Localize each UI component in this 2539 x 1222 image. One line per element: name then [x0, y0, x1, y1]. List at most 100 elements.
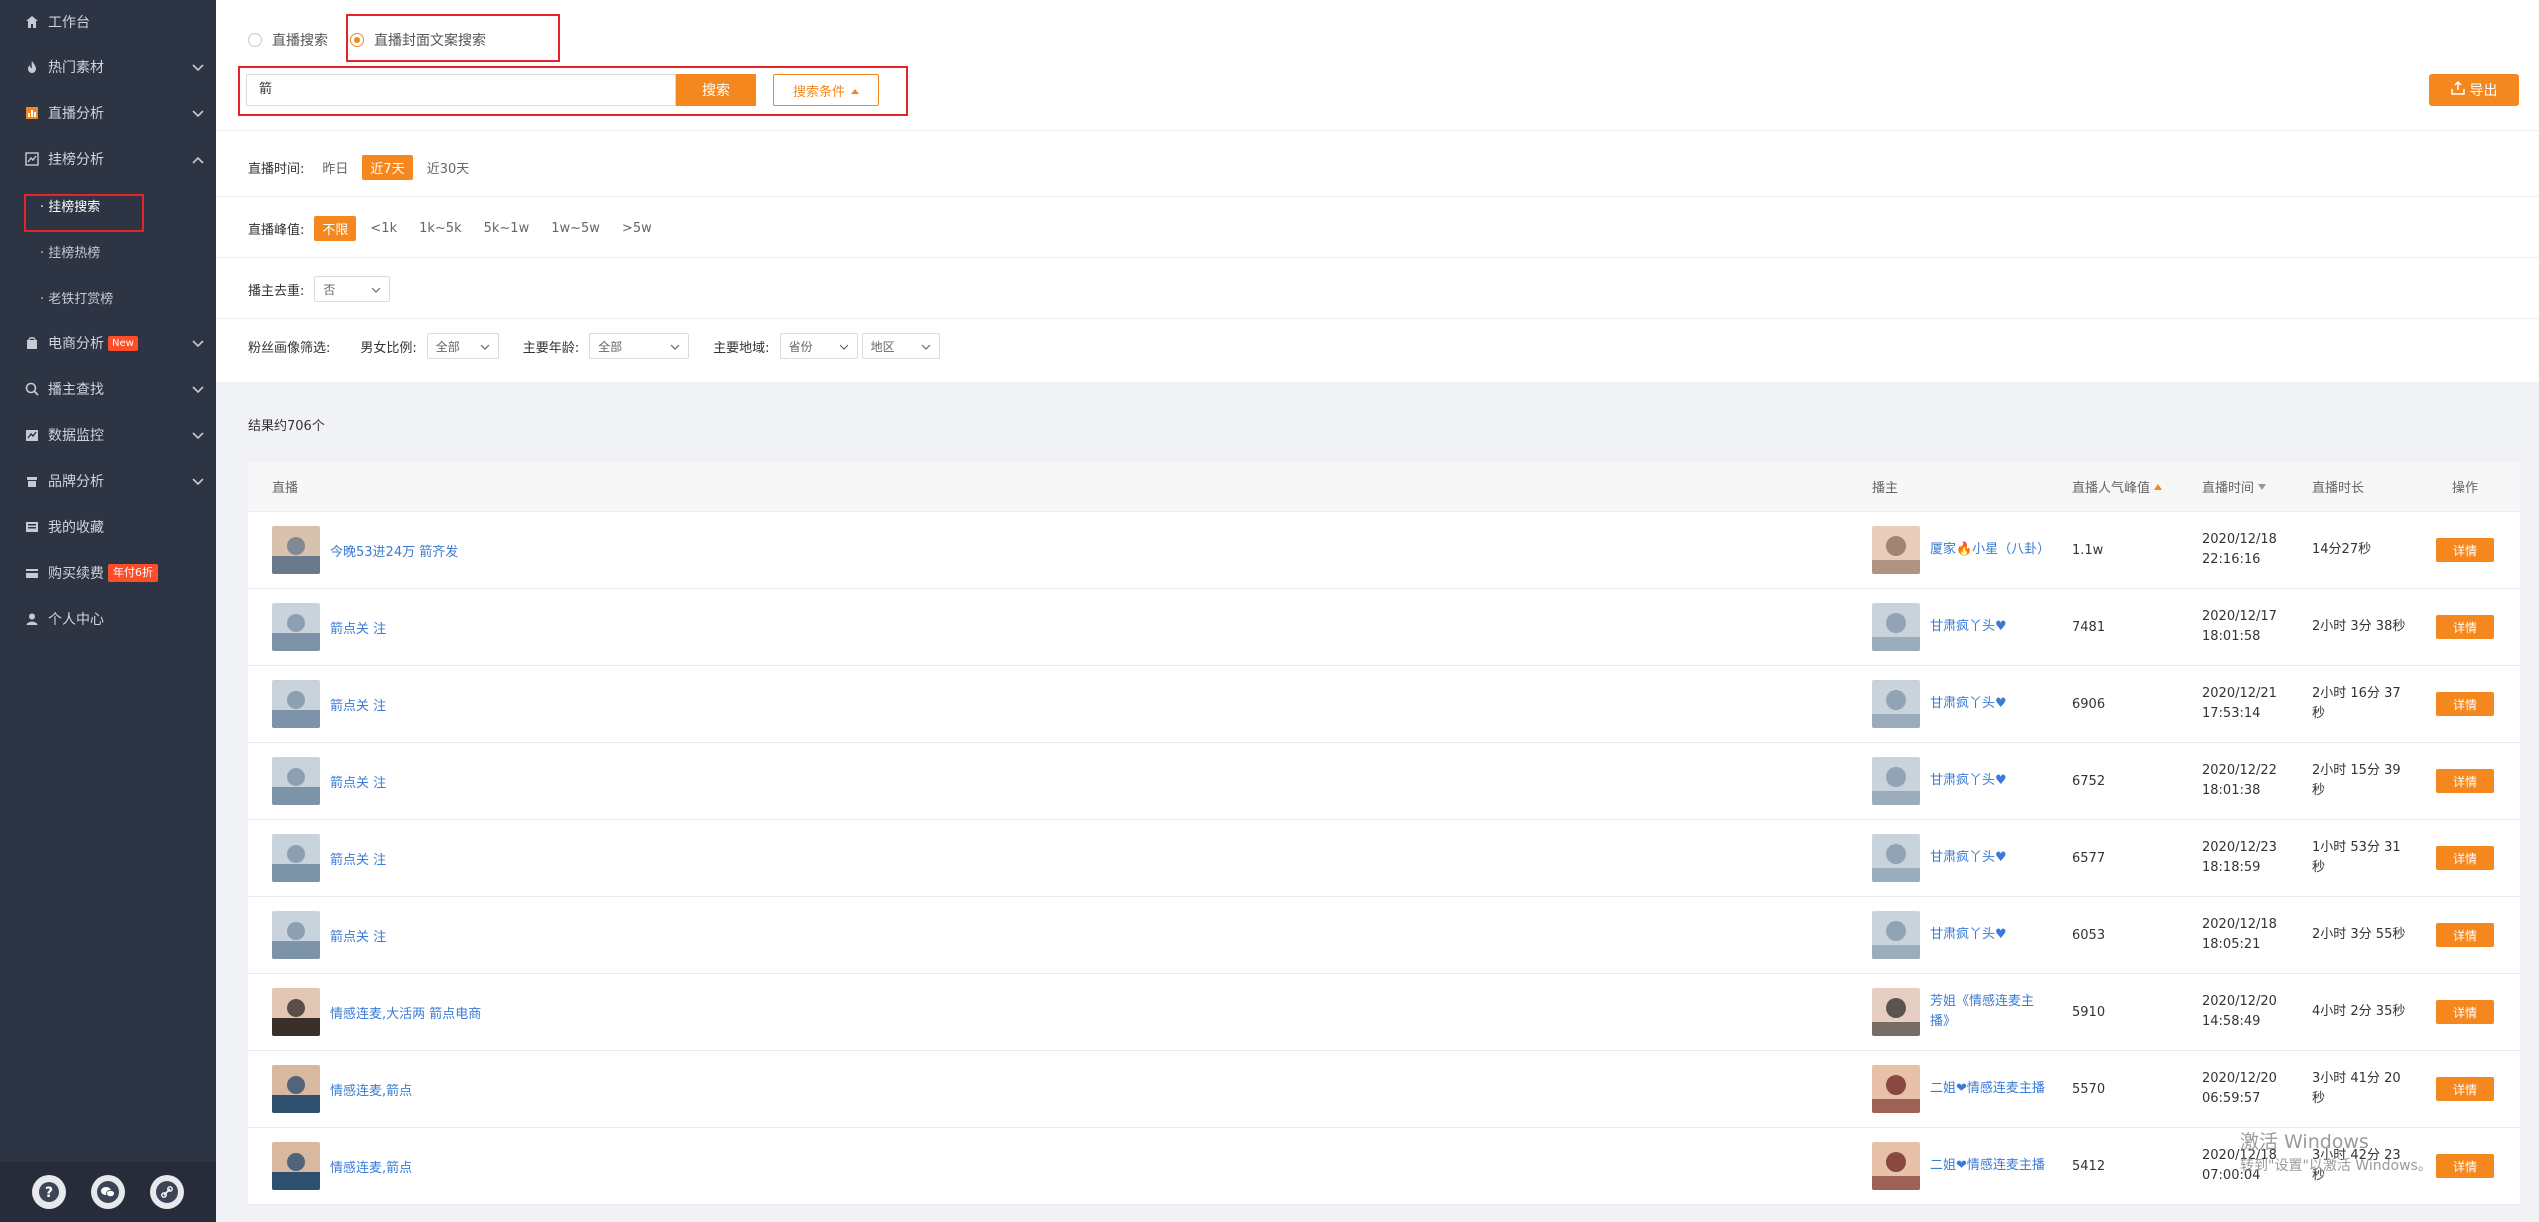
header-action: 操作: [2452, 481, 2479, 496]
peak-option-lt1k[interactable]: <1k: [362, 218, 405, 239]
chevron-down-icon: [192, 428, 204, 444]
peak-option-any[interactable]: 不限: [314, 216, 357, 241]
peak-value: 6752: [2072, 773, 2106, 789]
detail-button[interactable]: 详情: [2436, 846, 2494, 870]
detail-button[interactable]: 详情: [2436, 538, 2494, 562]
live-thumbnail[interactable]: [272, 1065, 320, 1113]
province-select[interactable]: 省份: [779, 333, 858, 359]
live-title-link[interactable]: 箭点关 注: [330, 695, 386, 714]
action-cell: 详情: [2436, 974, 2494, 1050]
host-name-link[interactable]: 二姐❤情感连麦主播: [1930, 1079, 2050, 1099]
live-thumbnail[interactable]: [272, 680, 320, 728]
live-title-link[interactable]: 情感连麦,箭点: [330, 1080, 412, 1099]
table-header: 直播 播主 直播人气峰值 直播时间 直播时长 操作: [248, 462, 2520, 512]
host-name-link[interactable]: 二姐❤情感连麦主播: [1930, 1156, 2050, 1176]
duration-cell: 1小时 53分 31秒: [2312, 820, 2412, 896]
live-thumbnail[interactable]: [272, 988, 320, 1036]
live-title-link[interactable]: 箭点关 注: [330, 849, 386, 868]
sort-asc-icon: [2154, 479, 2163, 494]
live-title-link[interactable]: 箭点关 注: [330, 772, 386, 791]
host-name-link[interactable]: 甘肃疯丫头♥: [1930, 771, 2050, 791]
time-option-yesterday[interactable]: 昨日: [314, 155, 356, 180]
peak-value: 1.1w: [2072, 542, 2104, 558]
sidebar-item-hot-materials[interactable]: 热门素材: [0, 44, 216, 90]
live-title-link[interactable]: 情感连麦,大活两 箭点电商: [330, 1003, 481, 1022]
sidebar-item-favorites[interactable]: 我的收藏: [0, 504, 216, 550]
action-cell: 详情: [2436, 666, 2494, 742]
detail-button[interactable]: 详情: [2436, 1154, 2494, 1178]
host-avatar[interactable]: [1872, 911, 1920, 959]
live-thumbnail[interactable]: [272, 834, 320, 882]
radio-label-live-search: 直播搜索: [272, 33, 328, 49]
help-icon[interactable]: ?: [32, 1175, 67, 1209]
sort-desc-icon: [2258, 479, 2267, 494]
export-button[interactable]: 导出: [2429, 74, 2519, 106]
host-name-link[interactable]: 甘肃疯丫头♥: [1930, 925, 2050, 945]
header-peak[interactable]: 直播人气峰值: [2072, 477, 2163, 496]
wechat-icon[interactable]: [90, 1175, 125, 1209]
host-avatar[interactable]: [1872, 834, 1920, 882]
radio-live-search[interactable]: [248, 33, 262, 47]
host-avatar[interactable]: [1872, 988, 1920, 1036]
sidebar-item-live-analysis[interactable]: 直播分析: [0, 90, 216, 136]
gender-select[interactable]: 全部: [426, 333, 499, 359]
export-icon: [2450, 80, 2465, 99]
time-option-7days[interactable]: 近7天: [362, 155, 413, 180]
host-name-link[interactable]: 甘肃疯丫头♥: [1930, 848, 2050, 868]
live-thumbnail[interactable]: [272, 911, 320, 959]
host-avatar[interactable]: [1872, 1065, 1920, 1113]
chevron-down-icon: [839, 339, 849, 353]
host-avatar[interactable]: [1872, 603, 1920, 651]
live-thumbnail[interactable]: [272, 1142, 320, 1190]
detail-button[interactable]: 详情: [2436, 923, 2494, 947]
host-avatar[interactable]: [1872, 680, 1920, 728]
detail-button[interactable]: 详情: [2436, 615, 2494, 639]
sidebar-sub-tip-ranking[interactable]: · 老铁打赏榜: [0, 274, 216, 320]
host-avatar[interactable]: [1872, 1142, 1920, 1190]
fire-icon: [24, 59, 40, 75]
live-title-link[interactable]: 箭点关 注: [330, 926, 386, 945]
peak-option-5k-1w[interactable]: 5k~1w: [476, 218, 538, 239]
sidebar-item-ranking-analysis[interactable]: 挂榜分析: [0, 136, 216, 182]
live-clock: 22:16:16: [2202, 552, 2261, 567]
live-thumbnail[interactable]: [272, 526, 320, 574]
sidebar-item-data-monitor[interactable]: 数据监控: [0, 412, 216, 458]
link-icon[interactable]: [149, 1175, 184, 1209]
live-title-link[interactable]: 今晚53进24万 箭齐发: [330, 541, 458, 560]
host-name-link[interactable]: 厦家🔥小星（八卦）: [1930, 540, 2050, 560]
age-select[interactable]: 全部: [589, 333, 690, 359]
host-name-link[interactable]: 芳姐《情感连麦主播》: [1930, 992, 2050, 1032]
sidebar-item-profile[interactable]: 个人中心: [0, 596, 216, 642]
watermark-line2: 转到"设置"以激活 Windows。: [2240, 1158, 2432, 1174]
host-avatar[interactable]: [1872, 526, 1920, 574]
divider: [216, 130, 2539, 131]
dedupe-select[interactable]: 否: [314, 276, 391, 302]
peak-option-gt5w[interactable]: >5w: [614, 218, 660, 239]
duration-cell: 2小时 3分 55秒: [2312, 897, 2412, 973]
peak-option-1k-5k[interactable]: 1k~5k: [411, 218, 470, 239]
host-cell: 甘肃疯丫头♥: [1872, 666, 2062, 742]
host-avatar[interactable]: [1872, 757, 1920, 805]
sidebar-item-workbench[interactable]: 工作台: [0, 0, 216, 44]
sidebar-item-purchase[interactable]: 购买续费 年付6折: [0, 550, 216, 596]
detail-button[interactable]: 详情: [2436, 769, 2494, 793]
detail-button[interactable]: 详情: [2436, 1077, 2494, 1101]
live-clock: 17:53:14: [2202, 706, 2261, 721]
area-select[interactable]: 地区: [861, 333, 940, 359]
peak-option-1w-5w[interactable]: 1w~5w: [543, 218, 608, 239]
detail-button[interactable]: 详情: [2436, 692, 2494, 716]
host-name-link[interactable]: 甘肃疯丫头♥: [1930, 694, 2050, 714]
live-title-link[interactable]: 箭点关 注: [330, 618, 386, 637]
sidebar-sub-ranking-hot[interactable]: · 挂榜热榜: [0, 228, 216, 274]
sidebar-item-brand-analysis[interactable]: 品牌分析: [0, 458, 216, 504]
live-thumbnail[interactable]: [272, 757, 320, 805]
detail-button[interactable]: 详情: [2436, 1000, 2494, 1024]
header-time[interactable]: 直播时间: [2202, 477, 2267, 496]
windows-watermark: 激活 Windows 转到"设置"以激活 Windows。: [2240, 1130, 2432, 1178]
live-title-link[interactable]: 情感连麦,箭点: [330, 1157, 412, 1176]
time-option-30days[interactable]: 近30天: [419, 155, 478, 180]
sidebar-item-ecommerce-analysis[interactable]: 电商分析 New: [0, 320, 216, 366]
live-thumbnail[interactable]: [272, 603, 320, 651]
host-name-link[interactable]: 甘肃疯丫头♥: [1930, 617, 2050, 637]
sidebar-item-host-search[interactable]: 播主查找: [0, 366, 216, 412]
